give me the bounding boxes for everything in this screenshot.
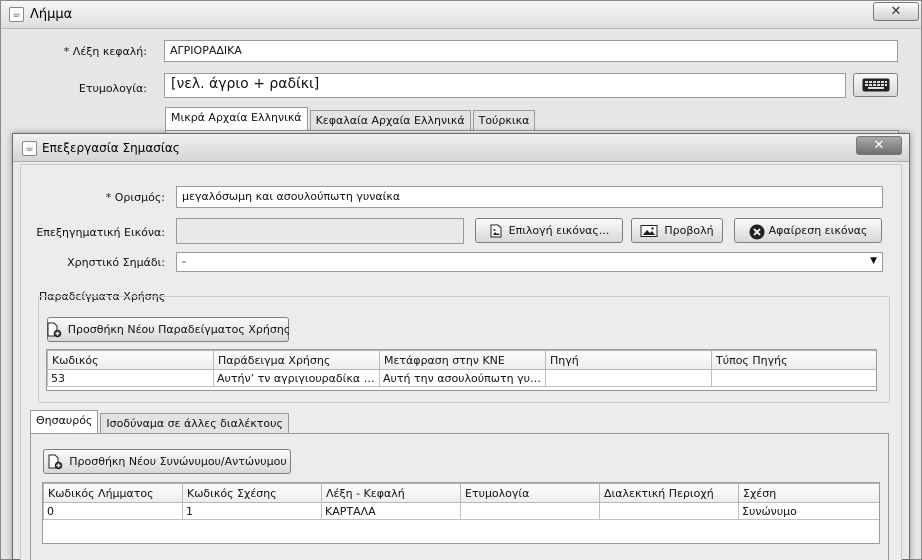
examples-table: Κωδικός Παράδειγμα Χρήσης Μετάφραση στην… [47,350,876,387]
image-file-icon [489,224,503,238]
add-document-icon [47,454,63,470]
close-icon[interactable]: ✕ [856,136,902,155]
dropdown-arrow-icon: ▼ [870,256,877,266]
column-header[interactable]: Μετάφραση στην ΚΝΕ [379,350,546,370]
column-header[interactable]: Παράδειγμα Χρήσης [213,350,380,370]
add-synonym-label: Προσθήκη Νέου Συνώνυμου/Αντώνυμου [69,455,287,468]
column-header[interactable]: Κωδικός Λήμματος [43,483,183,503]
table-row[interactable]: 53 Αυτήν’ τν αγριγιουραδίκα τίλου… Αυτή … [47,369,876,387]
table-cell[interactable]: 1 [182,502,322,520]
choose-image-button[interactable]: Επιλογή εικόνας... [475,218,623,243]
table-cell[interactable] [711,369,876,387]
remove-image-button[interactable]: Αφαίρεση εικόνας [734,218,882,243]
thesaurus-table-container: Κωδικός Λήμματος Κωδικός Σχέσης Λέξη - Κ… [42,482,880,544]
choose-image-label: Επιλογή εικόνας... [508,224,610,237]
close-icon[interactable]: ✕ [873,2,919,21]
view-image-label: Προβολή [664,224,714,237]
thesaurus-table: Κωδικός Λήμματος Κωδικός Σχέσης Λέξη - Κ… [43,483,879,520]
column-header[interactable]: Λέξη - Κεφαλή [321,483,461,503]
lemma-window-title: Λήμμα [30,7,73,22]
script-tabs: Μικρά Αρχαία Ελληνικά Κεφαλαία Αρχαία Ελ… [165,107,536,130]
headword-field[interactable]: ΑΓΡΙΟΡΑΔΙΚΑ [164,40,898,62]
view-image-button[interactable]: Προβολή [631,218,723,243]
usage-select-value: - [182,255,186,268]
keyboard-button[interactable] [853,73,898,97]
sense-edit-title: Επεξεργασία Σημασίας [42,141,180,155]
column-header[interactable]: Ετυμολογία [460,483,600,503]
table-header-row: Κωδικός Παράδειγμα Χρήσης Μετάφραση στην… [47,350,876,370]
etymology-field[interactable]: [νελ. άγριο + ραδίκι] [164,73,846,98]
table-header-row: Κωδικός Λήμματος Κωδικός Σχέσης Λέξη - Κ… [43,483,879,503]
image-label: Επεξηγηματική Εικόνα: [36,226,165,239]
tab-turkish[interactable]: Τούρκικα [472,110,536,130]
table-cell[interactable]: Αυτήν’ τν αγριγιουραδίκα τίλου… [213,369,380,387]
definition-label: * Ορισμός: [105,191,165,204]
sense-edit-dialog: ☕ Επεξεργασία Σημασίας ✕ * Ορισμός: μεγα… [12,133,910,560]
tab-ancient-greek-upper[interactable]: Κεφαλαία Αρχαία Ελληνικά [309,110,471,130]
column-header[interactable]: Κωδικός Σχέσης [182,483,322,503]
etymology-label: Ετυμολογία: [78,82,147,95]
tab-dialect-equivalents[interactable]: Ισοδύναμα σε άλλες διαλέκτους [100,413,289,433]
column-header[interactable]: Διαλεκτική Περιοχή [599,483,739,503]
table-cell[interactable]: 0 [43,502,183,520]
sense-edit-titlebar[interactable]: ☕ Επεξεργασία Σημασίας ✕ [13,134,909,162]
table-cell[interactable] [460,502,600,520]
table-cell[interactable] [545,369,712,387]
table-cell[interactable]: 53 [47,369,214,387]
add-synonym-button[interactable]: Προσθήκη Νέου Συνώνυμου/Αντώνυμου [43,449,291,474]
table-cell[interactable] [599,502,739,520]
keyboard-icon [862,78,889,92]
java-app-icon: ☕ [22,141,37,156]
remove-image-label: Αφαίρεση εικόνας [768,224,868,237]
tab-thesaurus[interactable]: Θησαυρός [30,410,99,433]
examples-table-container: Κωδικός Παράδειγμα Χρήσης Μετάφραση στην… [46,349,877,391]
add-example-label: Προσθήκη Νέου Παραδείγματος Χρήσης [67,323,291,336]
lemma-window-titlebar[interactable]: ☕ Λήμμα ✕ [1,1,921,29]
tab-ancient-greek-lower[interactable]: Μικρά Αρχαία Ελληνικά [165,107,308,130]
table-cell[interactable]: ΚΑΡΤΑΛΑ [321,502,461,520]
java-app-icon: ☕ [9,7,24,22]
usage-select[interactable]: - ▼ [176,252,883,272]
image-path-field [176,218,464,244]
definition-field[interactable]: μεγαλόσωμη και ασουλούπωτη γυναίκα [176,186,883,208]
relation-tabs: Θησαυρός Ισοδύναμα σε άλλες διαλέκτους [30,410,289,433]
table-cell[interactable]: Συνώνυμο [738,502,879,520]
add-document-icon [46,322,62,338]
column-header[interactable]: Τύπος Πηγής [711,350,876,370]
table-cell[interactable]: Αυτή την ασουλούπωτη γυναίκ… [379,369,546,387]
column-header[interactable]: Πηγή [545,350,712,370]
usage-label: Χρηστικό Σημάδι: [67,256,165,269]
headword-label: * Λέξη κεφαλή: [63,45,147,58]
add-example-button[interactable]: Προσθήκη Νέου Παραδείγματος Χρήσης [46,317,291,342]
remove-circle-icon [749,224,765,239]
column-header[interactable]: Σχέση [738,483,879,503]
table-row[interactable]: 0 1 ΚΑΡΤΑΛΑ Συνώνυμο [43,502,879,520]
picture-icon [640,224,658,238]
column-header[interactable]: Κωδικός [47,350,214,370]
